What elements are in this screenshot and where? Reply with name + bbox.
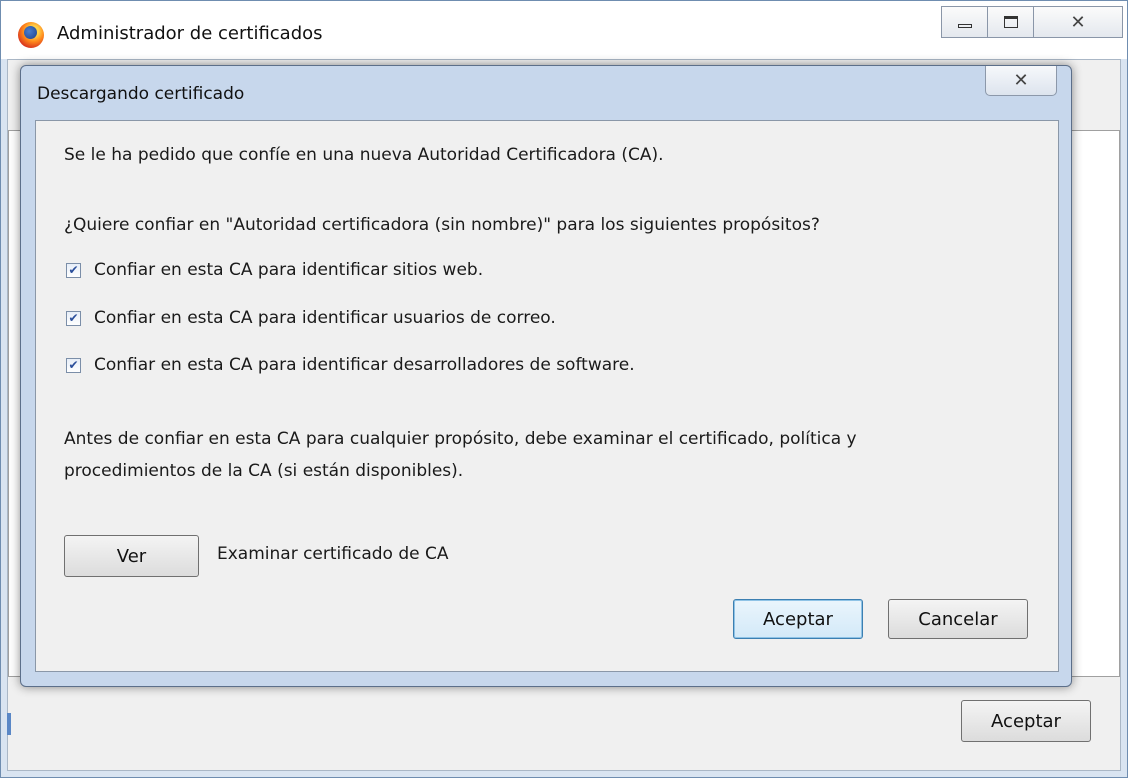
option-websites[interactable]: ✔ Confiar en esta CA para identificar si… [66, 260, 483, 280]
main-accept-button[interactable]: Aceptar [961, 700, 1091, 742]
option-email-users-label: Confiar en esta CA para identificar usua… [94, 308, 556, 328]
option-software-developers[interactable]: ✔ Confiar en esta CA para identificar de… [66, 355, 635, 375]
window-close-button[interactable]: ✕ [1033, 6, 1123, 38]
dialog-intro-text: Se le ha pedido que confíe en una nueva … [64, 145, 664, 165]
dialog-body: Se le ha pedido que confíe en una nueva … [35, 120, 1059, 672]
dialog-close-button[interactable]: ✕ [985, 66, 1057, 96]
download-certificate-dialog: Descargando certificado ✕ Se le ha pedid… [20, 65, 1072, 687]
view-certificate-button[interactable]: Ver [64, 535, 199, 577]
dialog-titlebar: Descargando certificado ✕ [21, 66, 1071, 116]
firefox-icon [18, 22, 44, 48]
maximize-button[interactable] [987, 6, 1034, 38]
cancel-button[interactable]: Cancelar [888, 599, 1028, 639]
dialog-title: Descargando certificado [37, 84, 245, 104]
view-certificate-description: Examinar certificado de CA [217, 544, 449, 564]
window-titlebar: Administrador de certificados ✕ [1, 1, 1127, 59]
option-websites-label: Confiar en esta CA para identificar siti… [94, 260, 484, 280]
checkbox-websites[interactable]: ✔ [66, 262, 81, 278]
checkbox-software-developers[interactable]: ✔ [66, 357, 81, 373]
option-software-developers-label: Confiar en esta CA para identificar desa… [94, 355, 635, 375]
close-icon: ✕ [1070, 11, 1086, 33]
maximize-icon [1003, 16, 1018, 28]
minimize-button[interactable] [941, 6, 988, 38]
dialog-question-text: ¿Quiere confiar en "Autoridad certificad… [64, 215, 820, 235]
warning-text-line2: procedimientos de la CA (si están dispon… [64, 461, 464, 481]
minimize-icon [957, 24, 972, 28]
warning-text-line1: Antes de confiar en esta CA para cualqui… [64, 429, 857, 449]
option-email-users[interactable]: ✔ Confiar en esta CA para identificar us… [66, 308, 556, 328]
accept-button[interactable]: Aceptar [733, 599, 863, 639]
checkbox-email-users[interactable]: ✔ [66, 310, 81, 326]
close-icon: ✕ [1013, 70, 1029, 91]
window-title: Administrador de certificados [57, 23, 323, 44]
window-edge-accent [7, 713, 11, 735]
window-controls: ✕ [941, 6, 1123, 38]
